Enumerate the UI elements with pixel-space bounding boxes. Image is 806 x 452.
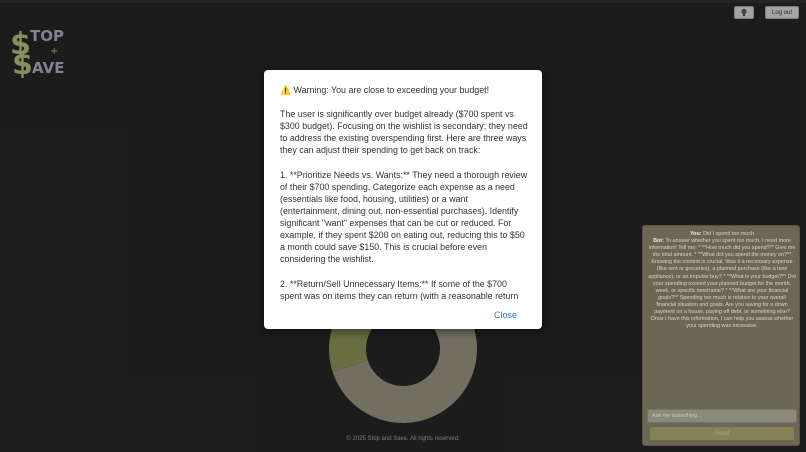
warning-icon: ⚠️ [280,85,292,95]
chat-bot-message: Bot: To answer whether you spent too muc… [648,238,796,330]
modal-paragraph: 2. **Return/Sell Unnecessary Items:** If… [280,278,519,305]
chat-panel: You: Did I spend too much Bot: To answer… [642,225,800,446]
budget-warning-modal: ⚠️ Warning: You are close to exceeding y… [264,70,542,329]
modal-paragraph: The user is significantly over budget al… [280,109,528,156]
chat-log: You: Did I spend too much Bot: To answer… [648,231,796,405]
chat-user-label: You: [689,231,702,237]
chat-input[interactable]: Ask me something... [647,409,797,423]
chat-bot-label: Bot: [653,238,664,245]
modal-title: ⚠️ Warning: You are close to exceeding y… [280,85,490,95]
close-button[interactable]: Close [494,310,517,320]
send-button[interactable]: Send [650,427,794,440]
modal-paragraph: 1. **Prioritize Needs vs. Wants:** They … [280,169,528,265]
modal-body[interactable]: ⚠️ Warning: You are close to exceeding y… [280,84,528,304]
chat-user-message: You: Did I spend too much [689,231,755,237]
